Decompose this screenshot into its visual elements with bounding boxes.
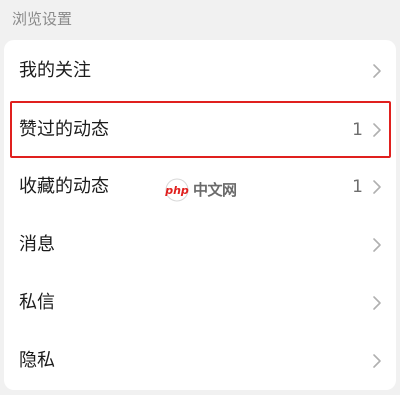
svg-text:php: php (164, 184, 189, 197)
chevron-right-icon (373, 64, 381, 78)
settings-row-privacy[interactable]: 隐私 (4, 332, 396, 390)
row-label: 收藏的动态 (19, 176, 109, 197)
watermark-text: 中文网 (193, 181, 237, 199)
row-count: 1 (352, 177, 363, 197)
settings-row-private-messages[interactable]: 私信 (4, 274, 396, 332)
row-label: 消息 (19, 234, 55, 255)
highlight-box (10, 101, 391, 158)
chevron-right-icon (373, 296, 381, 310)
row-label: 私信 (19, 292, 55, 313)
chevron-right-icon (373, 180, 381, 194)
settings-row-messages[interactable]: 消息 (4, 216, 396, 274)
section-title: 浏览设置 (12, 10, 73, 28)
chevron-right-icon (373, 238, 381, 252)
row-label: 我的关注 (19, 60, 91, 81)
chevron-right-icon (373, 354, 381, 368)
settings-row-following[interactable]: 我的关注 (4, 42, 396, 100)
php-logo-icon: php (164, 178, 189, 202)
settings-list: 我的关注 赞过的动态 1 收藏的动态 1 消息 私信 隐私 (4, 40, 396, 390)
watermark: php 中文网 (163, 178, 253, 202)
row-label: 隐私 (19, 350, 55, 371)
